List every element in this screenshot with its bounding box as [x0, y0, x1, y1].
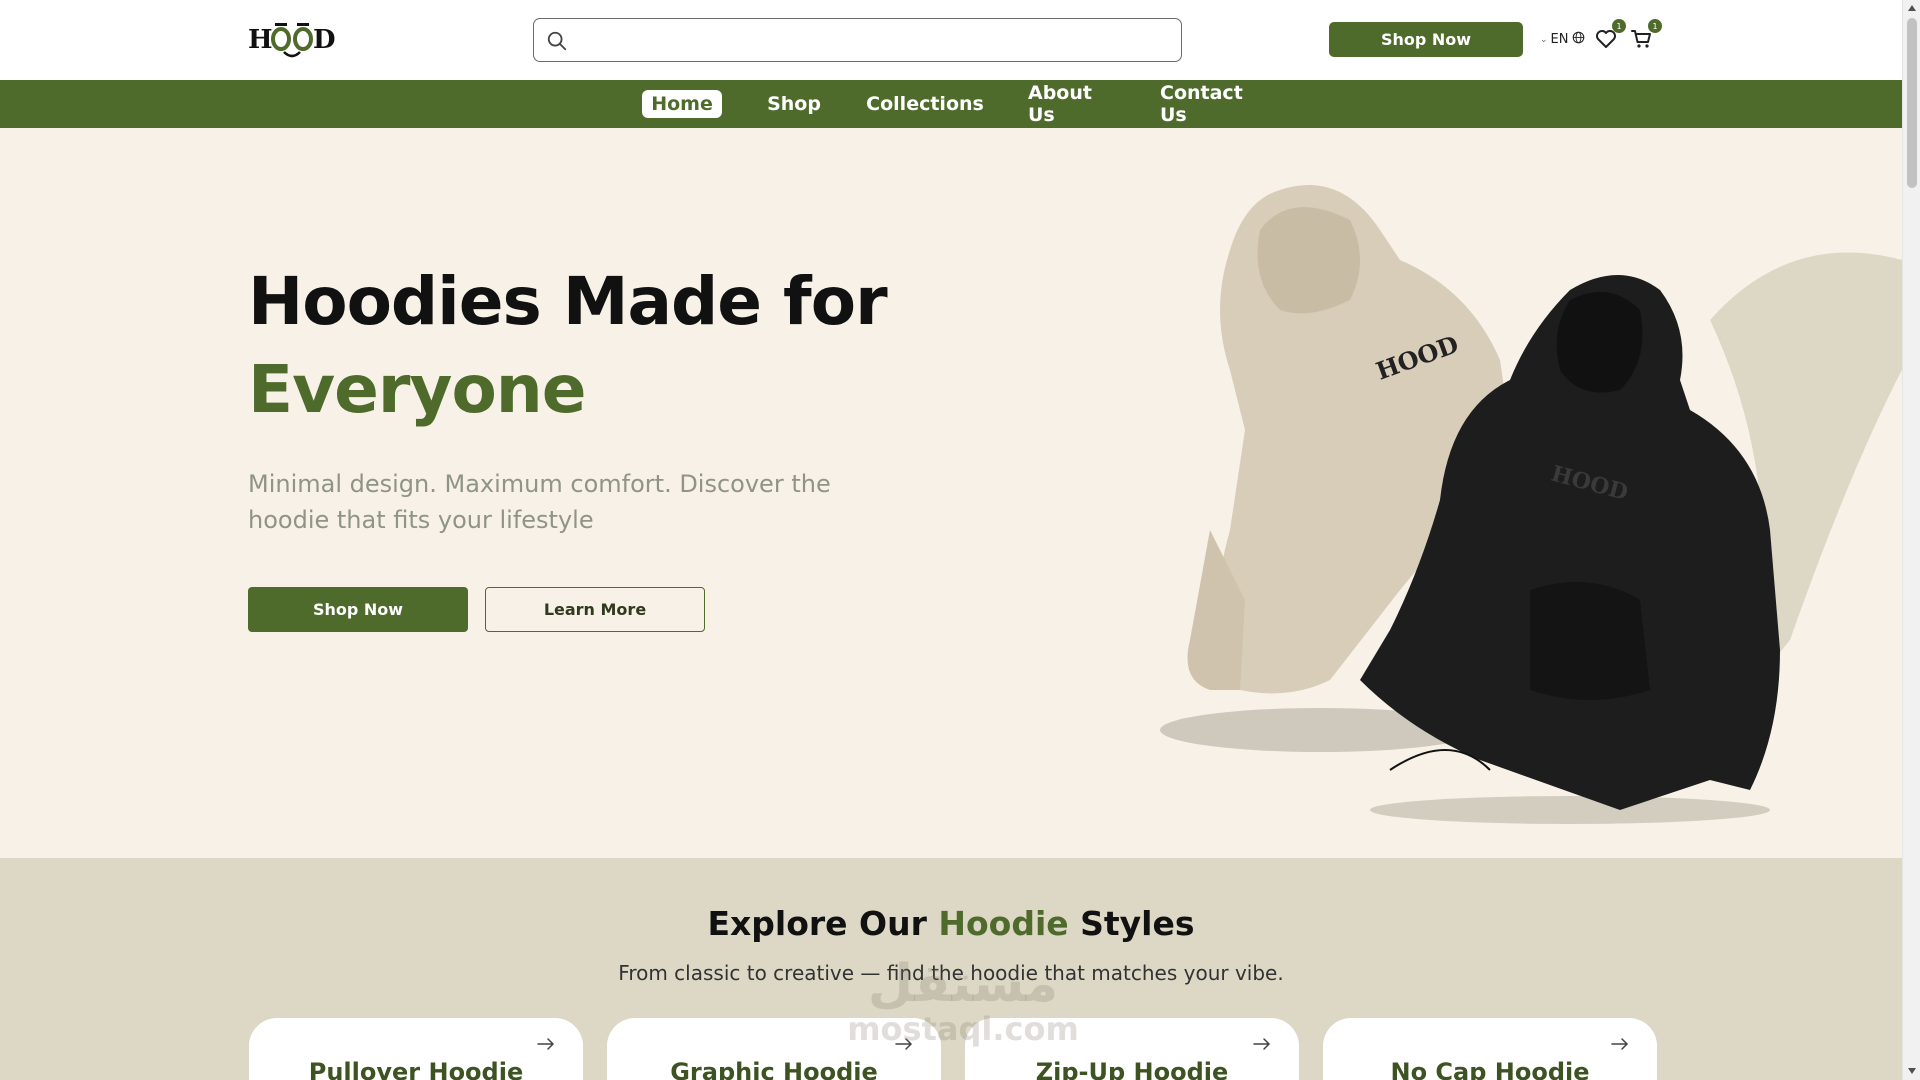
explore-title-after: Styles: [1068, 904, 1195, 943]
style-card-pullover[interactable]: Pullover Hoodie: [249, 1018, 583, 1080]
wishlist-count-badge: 1: [1612, 19, 1626, 33]
style-card-name: No Cap Hoodie: [1390, 1058, 1590, 1080]
nav-item-shop[interactable]: Shop: [756, 90, 832, 118]
explore-title: Explore Our Hoodie Styles: [0, 904, 1902, 943]
explore-title-before: Explore Our: [707, 904, 939, 943]
wishlist-button[interactable]: 1: [1594, 19, 1626, 51]
hero-title: Hoodies Made for Everyone: [248, 258, 888, 434]
nav-item-home[interactable]: Home: [642, 90, 722, 118]
header-shop-now-button[interactable]: Shop Now: [1329, 22, 1523, 57]
style-card-name: Graphic Hoodie: [670, 1058, 878, 1080]
scroll-up-icon[interactable]: [1908, 5, 1916, 11]
site-header: H D Shop Now ⌄ EN 1 1: [0, 0, 1902, 80]
scroll-down-icon[interactable]: [1908, 1068, 1916, 1074]
style-card-name: Zip-Up Hoodie: [1035, 1058, 1229, 1080]
watermark-latin: mostaql.com: [847, 1010, 1079, 1048]
arrow-right-icon: [1611, 1036, 1629, 1050]
search-input[interactable]: [578, 25, 1168, 55]
watermark-arabic: مستقل: [867, 954, 1059, 1014]
brand-logo[interactable]: H D: [248, 20, 340, 60]
search-icon[interactable]: [546, 30, 568, 52]
arrow-right-icon: [1253, 1036, 1271, 1050]
hero-shop-now-button[interactable]: Shop Now: [248, 587, 468, 632]
globe-icon: [1572, 31, 1585, 48]
cart-button[interactable]: 1: [1630, 19, 1662, 51]
page-scrollbar[interactable]: [1902, 0, 1920, 1080]
style-card-no-cap[interactable]: No Cap Hoodie: [1323, 1018, 1657, 1080]
arrow-right-icon: [537, 1036, 555, 1050]
hero-subtitle: Minimal design. Maximum comfort. Discove…: [248, 470, 831, 534]
hero-hoodies-image: HOOD HOOD: [1150, 170, 1902, 850]
svg-text:H: H: [248, 25, 273, 55]
explore-title-accent: Hoodie: [938, 904, 1069, 943]
nav-item-contact-us[interactable]: Contact Us: [1148, 82, 1282, 126]
hero-title-accent: Everyone: [248, 351, 587, 428]
cart-icon: [1630, 30, 1654, 55]
search-bar: [533, 18, 1182, 62]
language-label: EN: [1550, 32, 1569, 47]
nav-item-collections[interactable]: Collections: [862, 90, 988, 118]
nav-item-about-us[interactable]: About Us: [1016, 82, 1130, 126]
chevron-down-icon: ⌄: [1540, 34, 1548, 45]
hero-title-line1: Hoodies Made for: [248, 263, 888, 340]
svg-text:D: D: [313, 25, 336, 55]
language-selector[interactable]: ⌄ EN: [1540, 31, 1585, 48]
main-navigation: Home Shop Collections About Us Contact U…: [0, 80, 1902, 128]
scroll-thumb[interactable]: [1907, 18, 1917, 188]
watermark: مستقل mostaql.com: [843, 958, 1083, 1048]
heart-icon: [1594, 30, 1618, 55]
cart-count-badge: 1: [1648, 19, 1662, 33]
hero-learn-more-button[interactable]: Learn More: [485, 587, 705, 632]
style-card-name: Pullover Hoodie: [308, 1058, 524, 1080]
